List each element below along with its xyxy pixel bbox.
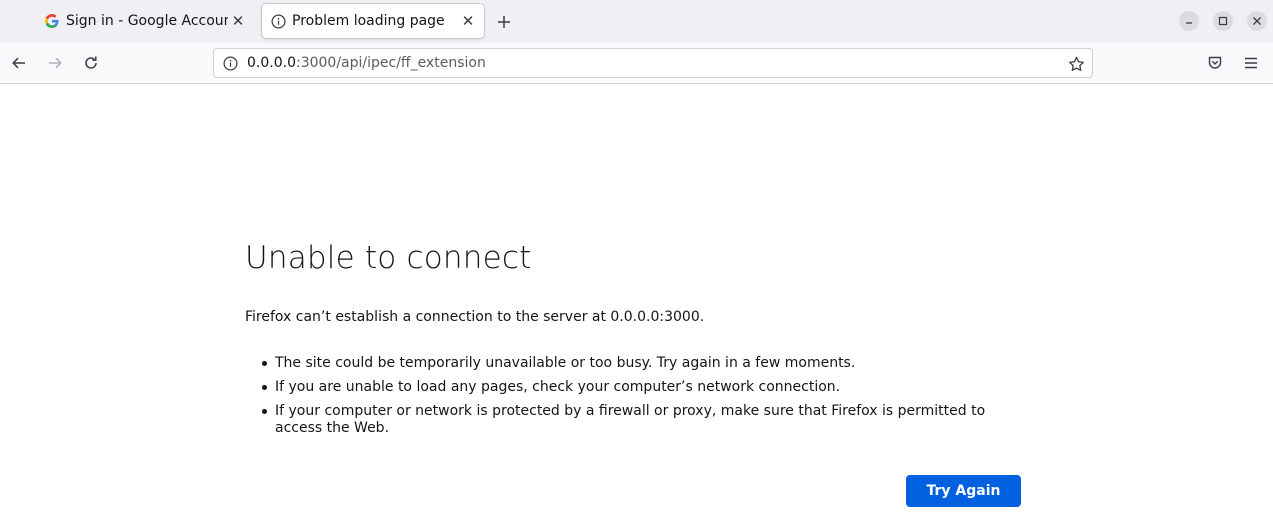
list-item: If you are unable to load any pages, che… <box>262 379 1022 396</box>
url-text[interactable]: 0.0.0.0:3000/api/ipec/ff_extension <box>247 55 486 71</box>
url-path: :3000/api/ipec/ff_extension <box>295 55 486 71</box>
forward-arrow-icon <box>49 57 62 69</box>
navigation-bar: 0.0.0.0:3000/api/ipec/ff_extension <box>0 43 1273 84</box>
pocket-button[interactable] <box>1203 51 1227 75</box>
info-icon <box>270 13 286 29</box>
reason-text: The site could be temporarily unavailabl… <box>275 355 856 371</box>
tab-google-sign-in[interactable]: Sign in - Google Accounts ✕ <box>44 4 252 38</box>
tab-strip: Sign in - Google Accounts ✕ Problem load… <box>0 0 1273 43</box>
window-close-button[interactable] <box>1247 11 1267 31</box>
bullet-icon <box>262 361 267 366</box>
error-reasons-list: The site could be temporarily unavailabl… <box>262 355 1022 444</box>
reload-icon <box>85 56 97 69</box>
tab-title: Sign in - Google Accounts <box>66 13 228 29</box>
info-icon[interactable] <box>221 54 239 72</box>
tab-title: Problem loading page <box>292 13 445 29</box>
close-icon[interactable]: ✕ <box>458 11 478 31</box>
error-description: Firefox can’t establish a connection to … <box>245 309 705 325</box>
list-item: The site could be temporarily unavailabl… <box>262 355 1022 372</box>
maximize-icon <box>1218 16 1228 26</box>
menu-button[interactable] <box>1239 51 1263 75</box>
maximize-button[interactable] <box>1213 11 1233 31</box>
reason-text: If your computer or network is protected… <box>275 403 986 436</box>
back-button[interactable] <box>7 51 31 75</box>
minimize-button[interactable] <box>1179 11 1199 31</box>
url-host: 0.0.0.0 <box>247 55 296 71</box>
close-icon <box>1253 17 1261 25</box>
bookmark-star-icon[interactable] <box>1066 54 1086 74</box>
list-item: If your computer or network is protected… <box>262 403 1022 437</box>
new-tab-button[interactable] <box>492 10 516 34</box>
close-icon[interactable]: ✕ <box>228 11 248 31</box>
reload-button[interactable] <box>79 51 103 75</box>
tab-problem-loading[interactable]: Problem loading page ✕ <box>262 4 484 38</box>
reason-text: If you are unable to load any pages, che… <box>275 379 841 395</box>
plus-icon <box>498 16 510 28</box>
back-arrow-icon <box>12 57 25 69</box>
pocket-icon <box>1208 56 1222 69</box>
minimize-icon <box>1186 22 1192 24</box>
error-title: Unable to connect <box>245 240 532 276</box>
google-icon <box>44 13 60 29</box>
try-again-button[interactable]: Try Again <box>906 475 1021 507</box>
url-bar[interactable]: 0.0.0.0:3000/api/ipec/ff_extension <box>213 48 1093 78</box>
bullet-icon <box>262 409 267 414</box>
forward-button[interactable] <box>43 51 67 75</box>
hamburger-menu-icon <box>1245 57 1257 69</box>
bullet-icon <box>262 385 267 390</box>
